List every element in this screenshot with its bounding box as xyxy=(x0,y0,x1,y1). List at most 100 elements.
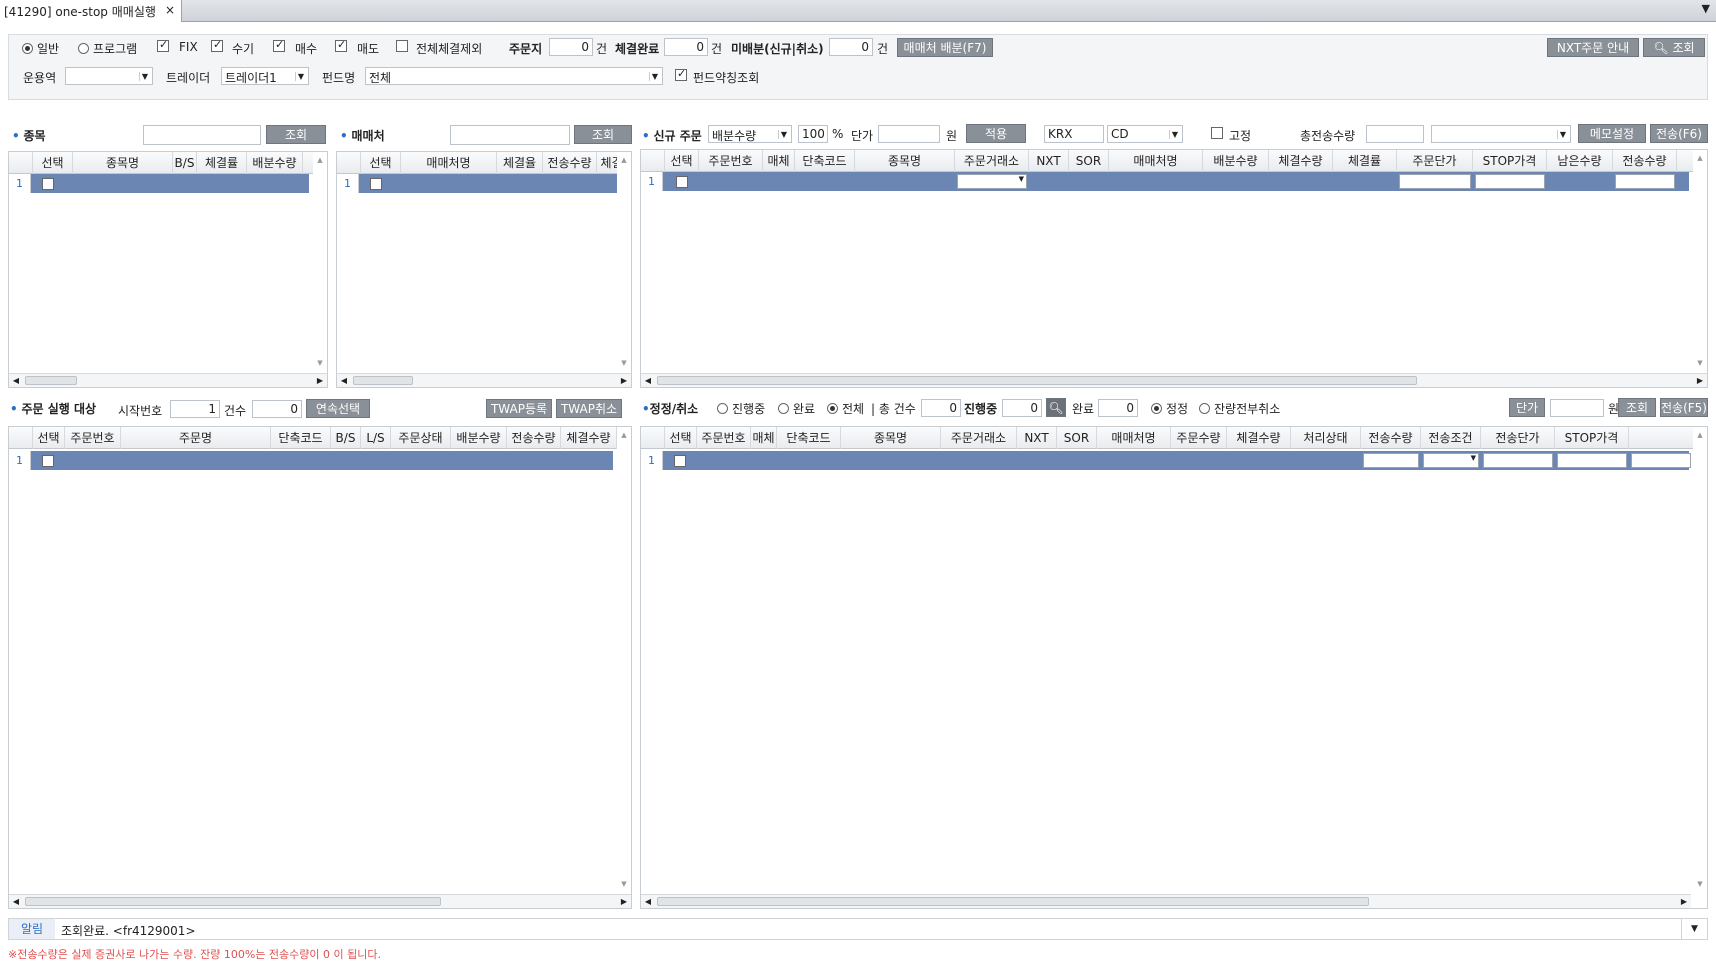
twap-register-button[interactable]: TWAP등록 xyxy=(486,399,552,418)
count-input[interactable]: 0 xyxy=(252,400,302,418)
vertical-scrollbar[interactable]: ▲ ▼ xyxy=(617,152,631,371)
col-header[interactable]: 체결수량 xyxy=(1227,427,1291,449)
col-header[interactable]: 전송수량 xyxy=(543,152,597,174)
total-send-select[interactable]: ▼ xyxy=(1431,125,1571,143)
col-header[interactable]: 배분수량 xyxy=(451,427,507,449)
memo-setting-button[interactable]: 메모설정 xyxy=(1578,124,1646,143)
alloc-type-select[interactable]: 배분수량 ▼ xyxy=(708,125,792,143)
row-select-checkbox[interactable] xyxy=(676,176,688,188)
search-icon[interactable]: 🔍︎ xyxy=(1046,398,1066,417)
stock-search-input[interactable] xyxy=(143,125,261,145)
horizontal-scrollbar[interactable]: ◀ ▶ xyxy=(9,894,631,908)
fixed-checkbox[interactable] xyxy=(1211,127,1223,139)
send-condition-cell-select[interactable]: ▼ xyxy=(1423,453,1479,468)
col-header[interactable]: 남은수량 xyxy=(1547,150,1613,172)
order-price-cell-input[interactable] xyxy=(1399,174,1471,189)
col-header[interactable]: SOR xyxy=(1069,150,1109,172)
col-header[interactable]: 매매처명 xyxy=(1109,150,1203,172)
send-f5-button[interactable]: 전송(F5) xyxy=(1660,398,1708,417)
sell-checkbox[interactable] xyxy=(335,38,347,52)
fix-checkbox[interactable] xyxy=(157,38,169,52)
buy-checkbox[interactable] xyxy=(273,38,285,52)
send-qty-cell-input[interactable] xyxy=(1363,453,1419,468)
manager-select[interactable]: ▼ xyxy=(65,67,153,85)
col-header[interactable]: SOR xyxy=(1057,427,1097,449)
radio-in-progress[interactable] xyxy=(717,403,728,414)
col-header[interactable]: 종목명 xyxy=(841,427,941,449)
broker-search-button[interactable]: 조회 xyxy=(574,125,632,144)
exclude-filled-checkbox[interactable] xyxy=(396,40,408,52)
close-icon[interactable]: × xyxy=(165,3,175,17)
extra-cell-input[interactable] xyxy=(1631,453,1691,468)
col-header[interactable]: 단축코드 xyxy=(777,427,841,449)
radio-modify[interactable] xyxy=(1151,403,1162,414)
start-number-input[interactable]: 1 xyxy=(170,400,220,418)
col-header[interactable]: 단축코드 xyxy=(795,150,855,172)
row-select-checkbox[interactable] xyxy=(42,178,54,190)
row-select-checkbox[interactable] xyxy=(370,178,382,190)
col-header[interactable]: 전송단가 xyxy=(1481,427,1555,449)
col-header[interactable]: NXT xyxy=(1017,427,1057,449)
row-select-checkbox[interactable] xyxy=(42,455,54,467)
col-header[interactable]: STOP가격 xyxy=(1555,427,1629,449)
apply-button[interactable]: 적용 xyxy=(966,124,1026,143)
send-qty-cell-input[interactable] xyxy=(1615,174,1675,189)
exchange-code-select[interactable]: CD ▼ xyxy=(1107,125,1183,143)
col-header[interactable]: 매매처명 xyxy=(1097,427,1171,449)
price-button[interactable]: 단가 xyxy=(1509,398,1545,417)
horizontal-scrollbar[interactable]: ◀ ▶ xyxy=(9,373,327,387)
col-header[interactable]: 주문단가 xyxy=(1397,150,1473,172)
vertical-scrollbar[interactable]: ▲ ▼ xyxy=(1693,150,1707,371)
radio-program[interactable] xyxy=(78,43,89,54)
col-header[interactable]: 주문명 xyxy=(121,427,271,449)
exchange-input[interactable]: KRX xyxy=(1044,125,1104,143)
col-header[interactable]: 배분수량 xyxy=(247,152,303,174)
col-header[interactable]: 매체 xyxy=(763,150,795,172)
trader-select[interactable]: 트레이더1 ▼ xyxy=(221,67,309,85)
continuous-select-button[interactable]: 연속선택 xyxy=(306,399,370,418)
row-select-checkbox[interactable] xyxy=(674,455,686,467)
col-header[interactable]: 선택 xyxy=(665,150,699,172)
chevron-down-icon[interactable]: ▼ xyxy=(1681,919,1707,939)
radio-done[interactable] xyxy=(778,403,789,414)
col-header[interactable]: 배분수량 xyxy=(1203,150,1269,172)
col-header[interactable]: STOP가격 xyxy=(1473,150,1547,172)
search-button[interactable]: 🔍︎ 조회 xyxy=(1643,38,1705,57)
col-header[interactable]: NXT xyxy=(1029,150,1069,172)
col-header[interactable]: 전송조건 xyxy=(1421,427,1481,449)
col-header[interactable]: 매매처명 xyxy=(401,152,497,174)
col-header[interactable]: 주문번호 xyxy=(699,150,763,172)
col-header[interactable]: 주문상태 xyxy=(391,427,451,449)
col-header[interactable]: 매체 xyxy=(751,427,777,449)
nxt-guide-button[interactable]: NXT주문 안내 xyxy=(1547,38,1639,57)
col-header[interactable]: B/S xyxy=(331,427,361,449)
col-header[interactable]: 처리상태 xyxy=(1291,427,1361,449)
modify-search-button[interactable]: 조회 xyxy=(1618,398,1656,417)
fund-abbr-checkbox[interactable] xyxy=(675,67,687,81)
broker-alloc-button[interactable]: 매매처 배분(F7) xyxy=(897,38,993,57)
col-header[interactable]: 체결수량 xyxy=(561,427,617,449)
col-header[interactable]: B/S xyxy=(173,152,197,174)
vertical-scrollbar[interactable]: ▲ ▼ xyxy=(1693,427,1707,892)
col-header[interactable]: 선택 xyxy=(665,427,697,449)
col-header[interactable]: 주문번호 xyxy=(65,427,121,449)
horizontal-scrollbar[interactable]: ◀ ▶ xyxy=(337,373,631,387)
vertical-scrollbar[interactable]: ▲ ▼ xyxy=(313,152,327,371)
stop-price-cell-input[interactable] xyxy=(1557,453,1627,468)
manual-checkbox[interactable] xyxy=(211,38,223,52)
radio-cancel-remain[interactable] xyxy=(1199,403,1210,414)
chevron-down-icon[interactable]: ▼ xyxy=(1702,2,1710,15)
col-header[interactable]: 선택 xyxy=(33,427,65,449)
vertical-scrollbar[interactable]: ▲ ▼ xyxy=(617,427,631,892)
col-header[interactable]: 종목명 xyxy=(73,152,173,174)
col-header[interactable]: 체결율 xyxy=(497,152,543,174)
horizontal-scrollbar[interactable]: ◀ ▶ xyxy=(641,373,1707,387)
col-header[interactable]: 전송수량 xyxy=(1613,150,1677,172)
stop-price-cell-input[interactable] xyxy=(1475,174,1545,189)
table-row[interactable] xyxy=(9,174,309,193)
radio-general[interactable] xyxy=(22,43,33,54)
col-header[interactable]: 체결률 xyxy=(197,152,247,174)
stock-search-button[interactable]: 조회 xyxy=(266,125,326,144)
col-header[interactable]: 전송수량 xyxy=(507,427,561,449)
modify-price-input[interactable] xyxy=(1550,399,1604,417)
